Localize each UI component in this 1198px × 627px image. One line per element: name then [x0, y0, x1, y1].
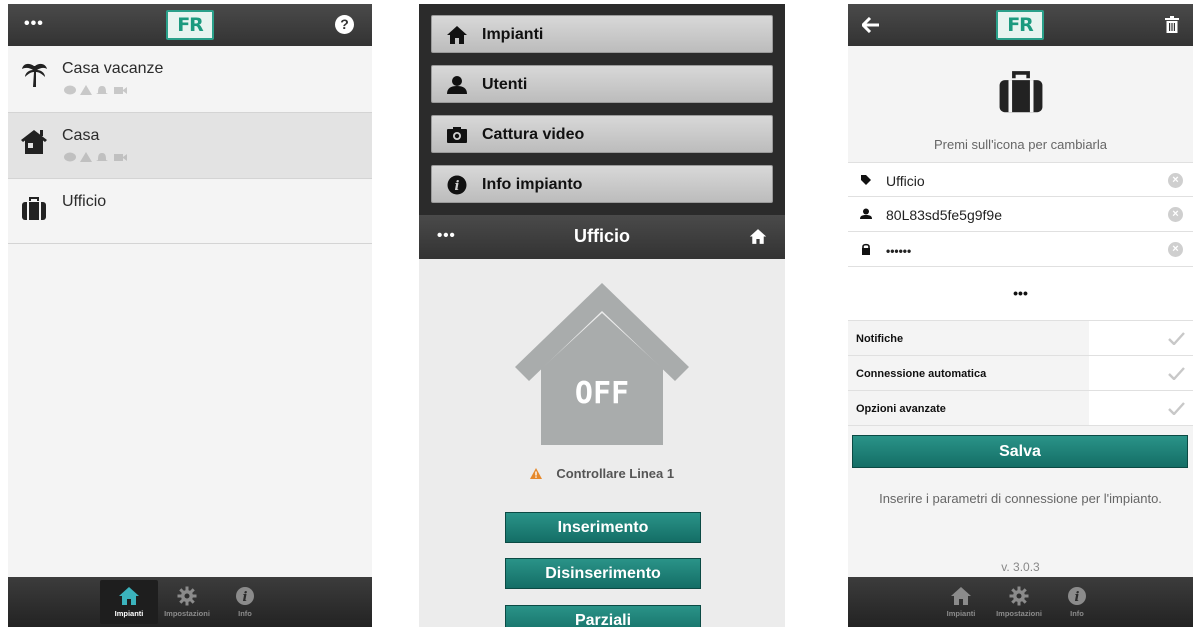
camera-icon	[114, 87, 127, 94]
trash-icon[interactable]	[1165, 16, 1179, 33]
disarm-button[interactable]: Disinserimento	[505, 558, 701, 589]
tab-impostazioni[interactable]: Impostazioni	[158, 580, 216, 624]
home-icon	[119, 587, 139, 605]
home-icon	[951, 587, 971, 605]
gear-icon	[1009, 586, 1029, 606]
version-text: v. 3.0.3	[1001, 560, 1040, 574]
bell-icon	[96, 86, 108, 94]
back-arrow-icon[interactable]	[862, 17, 880, 33]
home-icon	[447, 26, 467, 44]
alarm-house-icon[interactable]: OFF	[509, 275, 695, 445]
status-icons	[64, 152, 127, 162]
user-icon	[860, 208, 872, 219]
icon-hint: Premi sull'icona per cambiarla	[934, 137, 1107, 152]
warning-icon	[80, 85, 92, 95]
plant-name: Ufficio	[62, 193, 107, 210]
option-connessione-automatica[interactable]: Connessione automatica	[848, 356, 1193, 391]
list-item-casa[interactable]: Casa	[8, 113, 372, 179]
plant-panel: ••• Ufficio OFF Controllare Linea 1 Inse…	[419, 215, 785, 627]
plants-list-screen: ••• FR ? Casa vacanze Casa Ufficio Impia…	[8, 4, 372, 627]
bottom-tab-bar: Impianti Impostazioni i Info	[848, 577, 1193, 627]
clear-icon[interactable]: ×	[1168, 173, 1183, 188]
tag-icon	[861, 175, 871, 185]
fr-logo: FR	[996, 10, 1044, 40]
info-icon: i	[236, 587, 254, 605]
checkbox[interactable]	[1089, 391, 1193, 425]
svg-text:i: i	[455, 179, 460, 194]
plant-detail-screen: Impianti Utenti Cattura video i Info imp…	[419, 4, 785, 627]
gear-icon	[177, 586, 197, 606]
checkbox[interactable]	[1089, 321, 1193, 355]
tab-impianti[interactable]: Impianti	[932, 580, 990, 624]
fr-logo: FR	[166, 10, 214, 40]
camera-icon	[114, 154, 127, 161]
svg-text:i: i	[1075, 590, 1080, 605]
house-status-text: OFF	[575, 376, 629, 411]
arm-button[interactable]: Inserimento	[505, 512, 701, 543]
clear-icon[interactable]: ×	[1168, 207, 1183, 222]
warning-line: Controllare Linea 1	[419, 465, 785, 483]
info-icon: i	[447, 175, 467, 195]
briefcase-icon	[22, 197, 46, 220]
palm-tree-icon	[22, 63, 47, 87]
chat-icon	[64, 85, 76, 95]
tab-info[interactable]: i Info	[216, 580, 274, 624]
panel-header: ••• Ufficio	[419, 215, 785, 259]
help-button[interactable]: ?	[335, 15, 354, 34]
tab-impostazioni[interactable]: Impostazioni	[990, 580, 1048, 624]
chat-icon	[64, 152, 76, 162]
menu-item-cattura-video[interactable]: Cattura video	[431, 115, 773, 153]
info-icon: i	[1068, 587, 1086, 605]
tab-impianti[interactable]: Impianti	[100, 580, 158, 624]
user-icon	[447, 76, 467, 94]
menu-item-utenti[interactable]: Utenti	[431, 65, 773, 103]
checkbox[interactable]	[1089, 356, 1193, 390]
help-text: Inserire i parametri di connessione per …	[879, 491, 1162, 506]
warning-icon	[529, 468, 542, 479]
menu-item-impianti[interactable]: Impianti	[431, 15, 773, 53]
menu-item-info-impianto[interactable]: i Info impianto	[431, 165, 773, 203]
name-field[interactable]: Ufficio ×	[848, 162, 1193, 197]
status-icons	[64, 85, 127, 95]
clear-icon[interactable]: ×	[1168, 242, 1183, 257]
more-options-button[interactable]: •••	[848, 267, 1193, 321]
check-icon	[1168, 332, 1185, 345]
save-button[interactable]: Salva	[852, 435, 1188, 468]
plant-name: Casa vacanze	[62, 60, 164, 77]
svg-text:i: i	[243, 590, 248, 605]
list-item-ufficio[interactable]: Ufficio	[8, 179, 372, 244]
home-icon[interactable]	[749, 228, 767, 245]
plant-name: Casa	[62, 127, 100, 144]
plant-edit-screen: FR Premi sull'icona per cambiarla Uffici…	[848, 4, 1193, 627]
warning-text: Controllare Linea 1	[556, 466, 675, 481]
tab-info[interactable]: i Info	[1048, 580, 1106, 624]
camera-icon	[447, 127, 467, 143]
house-icon	[21, 130, 47, 154]
check-icon	[1168, 367, 1185, 380]
username-field[interactable]: 80L83sd5fe5g9f9e ×	[848, 197, 1193, 232]
partial-button[interactable]: Parziali	[505, 605, 701, 627]
password-field[interactable]: •••••• ×	[848, 232, 1193, 267]
page-title: Ufficio	[574, 226, 630, 246]
list-item-casa-vacanze[interactable]: Casa vacanze	[8, 46, 372, 113]
header-bar: FR	[848, 4, 1193, 46]
bottom-tab-bar: Impianti Impostazioni i Info	[8, 577, 372, 627]
option-notifiche[interactable]: Notifiche	[848, 321, 1193, 356]
check-icon	[1168, 402, 1185, 415]
bell-icon	[96, 153, 108, 161]
briefcase-icon[interactable]	[996, 64, 1046, 114]
warning-icon	[80, 152, 92, 162]
menu-button[interactable]: •••	[24, 15, 44, 33]
header-bar: ••• FR ?	[8, 4, 372, 46]
option-opzioni-avanzate[interactable]: Opzioni avanzate	[848, 391, 1193, 426]
lock-icon	[862, 243, 870, 255]
